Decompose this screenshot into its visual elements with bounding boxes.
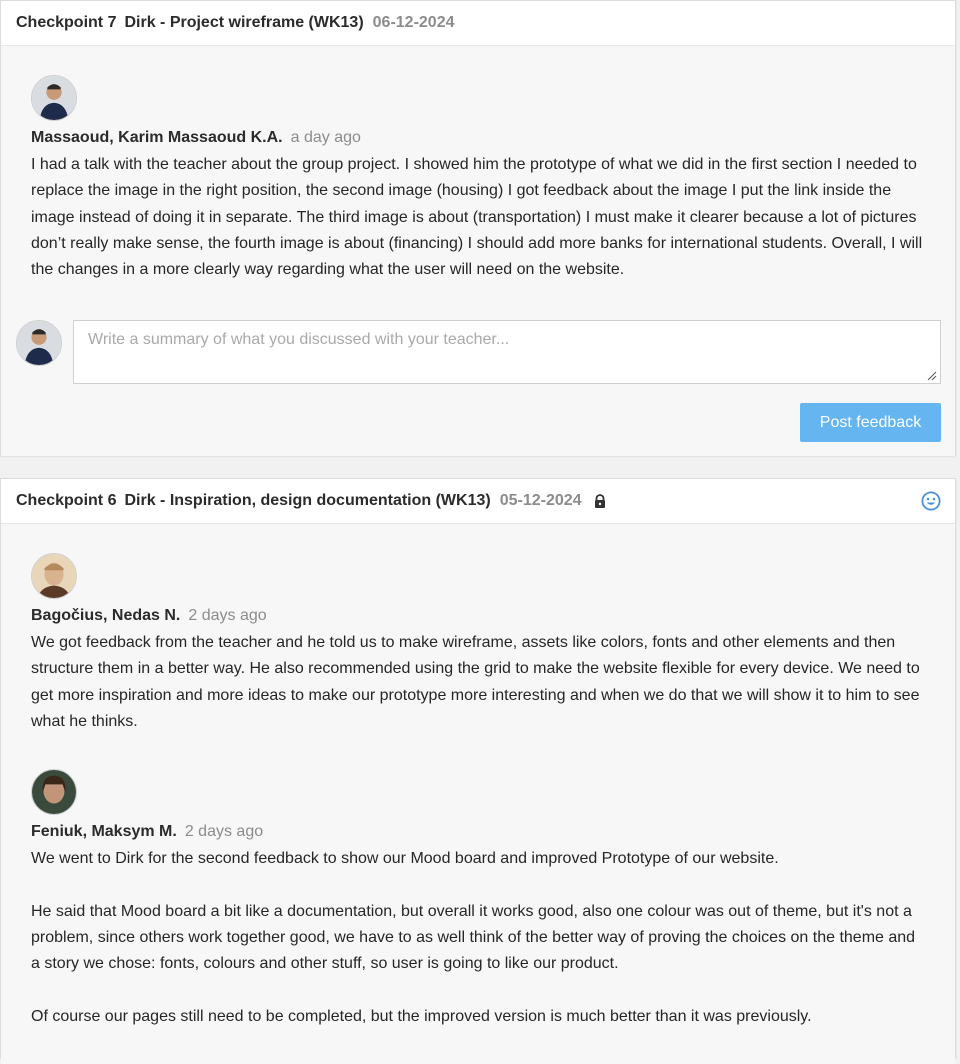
checkpoint-label: Checkpoint 6: [16, 492, 117, 509]
comment: Massaoud, Karim Massaoud K.A. a day ago I…: [1, 46, 955, 283]
comment-meta: Feniuk, Maksym M. 2 days ago: [31, 821, 925, 843]
checkpoint-7-body: Massaoud, Karim Massaoud K.A. a day ago I…: [1, 45, 955, 456]
comment: Feniuk, Maksym M. 2 days ago We went to D…: [1, 735, 955, 1030]
post-feedback-button[interactable]: Post feedback: [800, 403, 941, 442]
comment-text: I had a talk with the teacher about the …: [31, 156, 923, 279]
checkpoint-label: Checkpoint 7: [16, 14, 117, 31]
comment-time: 2 days ago: [188, 607, 267, 624]
comment-author: Feniuk, Maksym M.: [31, 823, 177, 841]
comment-meta: Bagočius, Nedas N. 2 days ago: [31, 605, 925, 627]
checkpoint-title: Dirk - Inspiration, design documentation…: [124, 492, 491, 509]
comment-text: We went to Dirk for the second feedback …: [31, 850, 916, 1025]
comment-author: Massaoud, Karim Massaoud K.A.: [31, 129, 283, 146]
avatar: [31, 769, 77, 816]
feedback-textarea[interactable]: [73, 320, 941, 384]
comment-time: 2 days ago: [184, 823, 264, 841]
checkpoint-title: Dirk - Project wireframe (WK13): [124, 14, 364, 31]
avatar: [31, 553, 77, 599]
comment: Bagočius, Nedas N. 2 days ago We got feed…: [1, 524, 955, 735]
lock-icon: [594, 494, 605, 508]
smiley-icon[interactable]: [921, 491, 941, 511]
checkpoint-7-header: Checkpoint 7 Dirk - Project wireframe (W…: [1, 1, 955, 45]
comment-text: We got feedback from the teacher and he …: [31, 634, 920, 730]
comment-author: Bagočius, Nedas N.: [31, 607, 181, 624]
current-user-avatar: [16, 320, 62, 366]
checkpoint-date: 06-12-2024: [372, 14, 455, 31]
checkpoint-6-header: Checkpoint 6 Dirk - Inspiration, design …: [1, 479, 955, 523]
checkpoint-7-card: Checkpoint 7 Dirk - Project wireframe (W…: [0, 0, 956, 456]
comment-meta: Massaoud, Karim Massaoud K.A. a day ago: [31, 127, 925, 149]
avatar: [31, 75, 77, 121]
reply-row: [1, 320, 955, 384]
checkpoint-date: 05-12-2024: [499, 492, 582, 509]
comment-time: a day ago: [290, 129, 361, 146]
checkpoint-6-body: Bagočius, Nedas N. 2 days ago We got feed…: [1, 523, 955, 1064]
checkpoint-6-card: Checkpoint 6 Dirk - Inspiration, design …: [0, 478, 956, 1064]
